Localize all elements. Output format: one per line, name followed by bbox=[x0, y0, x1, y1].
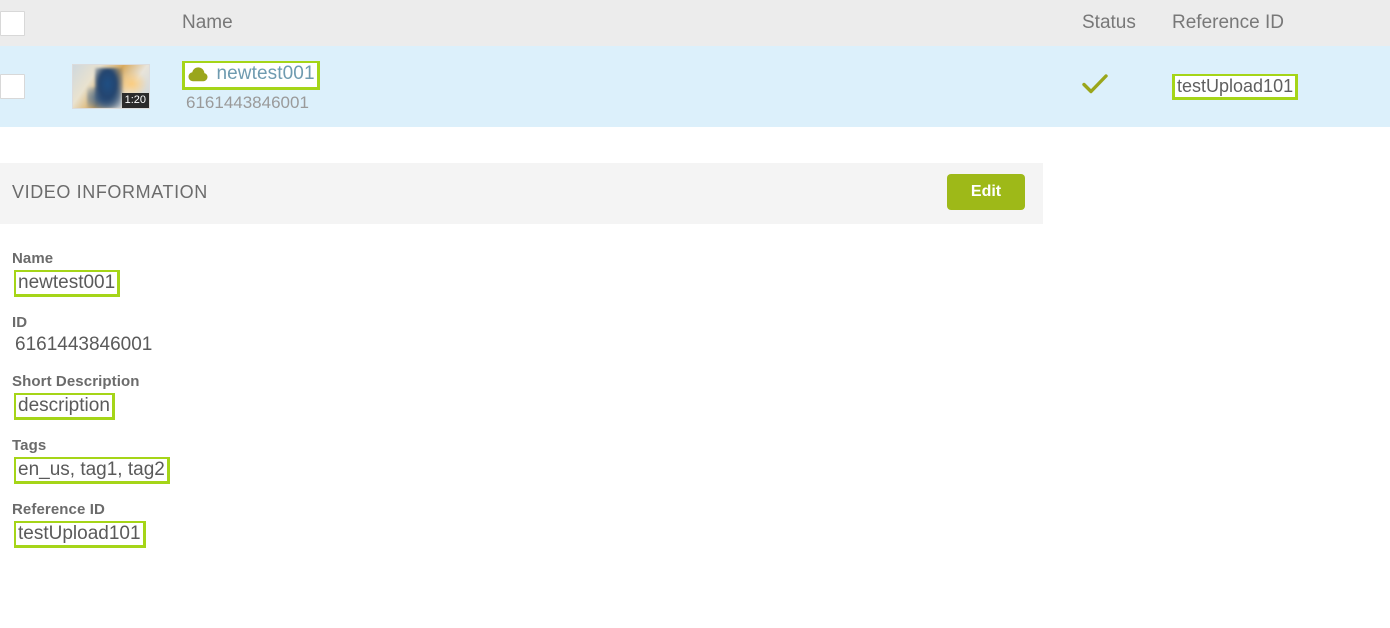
field-tags: Tags en_us, tag1, tag2 bbox=[12, 437, 612, 484]
name-value-highlight-box: newtest001 bbox=[14, 270, 121, 297]
video-list-table: Name Status Reference ID 1:20 newtest001… bbox=[0, 0, 1390, 127]
status-cell bbox=[1082, 46, 1172, 127]
edit-button[interactable]: Edit bbox=[947, 174, 1025, 210]
field-reference-id: Reference ID testUpload101 bbox=[12, 501, 612, 548]
field-id: ID 6161443846001 bbox=[12, 314, 612, 356]
field-value-tags-wrapper: en_us, tag1, tag2 bbox=[12, 457, 612, 484]
column-header-status[interactable]: Status bbox=[1082, 0, 1172, 46]
column-header-name[interactable]: Name bbox=[182, 0, 1082, 46]
panel-title: VIDEO INFORMATION bbox=[12, 182, 208, 202]
field-name: Name newtest001 bbox=[12, 250, 612, 297]
video-name-link[interactable]: newtest001 bbox=[216, 63, 314, 84]
reference-id-value-highlight-box: testUpload101 bbox=[14, 521, 146, 548]
name-highlight-box: newtest001 bbox=[182, 60, 320, 90]
field-label-name: Name bbox=[12, 250, 54, 267]
short-description-highlight-box: description bbox=[14, 393, 115, 420]
field-label-id: ID bbox=[12, 314, 28, 331]
select-all-checkbox[interactable] bbox=[0, 10, 25, 36]
row-select-cell bbox=[0, 46, 72, 127]
field-value-short-description-wrapper: description bbox=[12, 393, 612, 420]
check-icon bbox=[1082, 73, 1108, 100]
name-link-wrapper: newtest001 bbox=[185, 62, 317, 87]
reference-id-value: testUpload101 bbox=[1175, 75, 1296, 97]
table-row[interactable]: 1:20 newtest001 6161443846001 testUpload… bbox=[0, 46, 1390, 127]
row-select-checkbox[interactable] bbox=[0, 74, 25, 99]
thumbnail-header-cell bbox=[72, 0, 182, 46]
field-label-reference-id: Reference ID bbox=[12, 501, 105, 518]
video-details-fields: Name newtest001 ID 6161443846001 Short D… bbox=[12, 250, 612, 565]
field-short-description: Short Description description bbox=[12, 373, 612, 420]
reference-id-cell: testUpload101 bbox=[1172, 46, 1390, 127]
select-all-header-cell bbox=[0, 0, 72, 46]
field-label-tags: Tags bbox=[12, 437, 47, 454]
reference-id-highlight-box: testUpload101 bbox=[1172, 73, 1299, 100]
field-value-name: newtest001 bbox=[16, 272, 118, 294]
tags-highlight-box: en_us, tag1, tag2 bbox=[14, 457, 170, 484]
video-id-text: 6161443846001 bbox=[186, 92, 309, 112]
duration-badge: 1:20 bbox=[121, 93, 149, 108]
field-label-short-description: Short Description bbox=[12, 373, 140, 390]
video-thumbnail[interactable]: 1:20 bbox=[72, 64, 150, 109]
table-header-row: Name Status Reference ID bbox=[0, 0, 1390, 46]
thumbnail-cell: 1:20 bbox=[72, 46, 182, 127]
column-header-reference-id[interactable]: Reference ID bbox=[1172, 0, 1390, 46]
thumbnail-shape-primary bbox=[95, 68, 123, 108]
field-value-reference-id: testUpload101 bbox=[16, 523, 143, 545]
field-value-name-wrapper: newtest001 bbox=[12, 270, 612, 297]
field-value-short-description: description bbox=[16, 395, 112, 417]
field-value-id: 6161443846001 bbox=[15, 334, 153, 355]
name-cell: newtest001 6161443846001 bbox=[182, 46, 1082, 127]
video-information-panel: VIDEO INFORMATION Edit bbox=[0, 163, 1043, 224]
cloud-icon bbox=[188, 66, 208, 87]
field-value-tags: en_us, tag1, tag2 bbox=[16, 459, 167, 481]
field-value-reference-id-wrapper: testUpload101 bbox=[12, 521, 612, 548]
